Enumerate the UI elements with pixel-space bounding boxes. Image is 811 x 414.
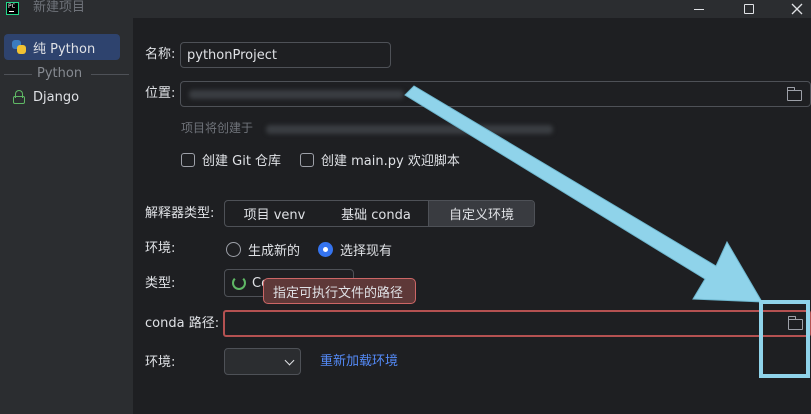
tab-project-venv[interactable]: 项目 venv: [225, 201, 324, 226]
main-script-checkbox-row[interactable]: 创建 main.py 欢迎脚本: [300, 150, 460, 169]
blurred-location-path: [189, 90, 404, 99]
git-checkbox[interactable]: [181, 152, 195, 167]
python-icon: [11, 39, 27, 55]
folder-icon[interactable]: [787, 87, 802, 101]
git-checkbox-label: 创建 Git 仓库: [202, 154, 282, 169]
conda-path-label: conda 路径:: [145, 316, 220, 331]
radio-generate-new-button[interactable]: [226, 242, 241, 257]
pycharm-logo-icon: PC: [6, 2, 19, 15]
project-name-input[interactable]: pythonProject: [180, 42, 391, 68]
sidebar-item-label: 纯 Python: [33, 41, 96, 57]
window-title: 新建项目: [33, 0, 86, 15]
minimize-icon: [694, 8, 704, 10]
reload-environments-link[interactable]: 重新加载环境: [320, 354, 398, 370]
git-checkbox-row[interactable]: 创建 Git 仓库: [181, 150, 281, 169]
environment-select-label: 环境:: [145, 355, 176, 370]
maximize-button[interactable]: [726, 0, 772, 18]
sidebar-item-pure-python[interactable]: 纯 Python: [4, 34, 120, 60]
radio-select-existing-label: 选择现有: [340, 244, 393, 259]
minimize-button[interactable]: [676, 0, 722, 18]
sidebar-item-django[interactable]: Django: [4, 84, 120, 110]
project-name-value: pythonProject: [187, 47, 277, 63]
radio-generate-new[interactable]: 生成新的: [226, 240, 300, 259]
radio-select-existing[interactable]: 选择现有: [318, 240, 392, 259]
environment-combobox[interactable]: [224, 348, 301, 375]
radio-generate-new-label: 生成新的: [248, 244, 301, 259]
loading-spinner-icon: [232, 276, 246, 290]
interpreter-type-label: 解释器类型:: [145, 206, 215, 221]
maximize-icon: [744, 4, 754, 14]
close-icon: [791, 3, 803, 15]
error-tooltip: 指定可执行文件的路径: [263, 278, 416, 304]
chevron-down-icon: [284, 355, 295, 366]
sidebar-section-label: Python: [37, 66, 83, 81]
sidebar-item-label: Django: [33, 89, 80, 105]
close-button[interactable]: [774, 0, 811, 18]
sidebar-section-separator: Python: [4, 66, 129, 81]
location-input[interactable]: [180, 81, 811, 107]
tab-custom-env[interactable]: 自定义环境: [428, 201, 534, 226]
conda-path-input[interactable]: [223, 310, 811, 337]
radio-select-existing-button[interactable]: [318, 242, 333, 257]
environment-label: 环境:: [145, 241, 176, 256]
main-script-checkbox[interactable]: [300, 152, 314, 167]
folder-icon[interactable]: [788, 316, 803, 330]
type-label: 类型:: [145, 276, 176, 291]
interpreter-type-segmented: 项目 venv 基础 conda 自定义环境: [224, 200, 535, 227]
name-label: 名称:: [145, 47, 176, 62]
tab-base-conda[interactable]: 基础 conda: [324, 201, 428, 226]
main-script-checkbox-label: 创建 main.py 欢迎脚本: [321, 154, 460, 169]
blurred-create-path: [266, 125, 553, 134]
create-location-hint: 项目将创建于: [181, 121, 254, 135]
project-type-sidebar: 纯 Python Python Django: [0, 18, 133, 414]
lock-icon: [11, 89, 27, 105]
location-label: 位置:: [145, 86, 176, 101]
